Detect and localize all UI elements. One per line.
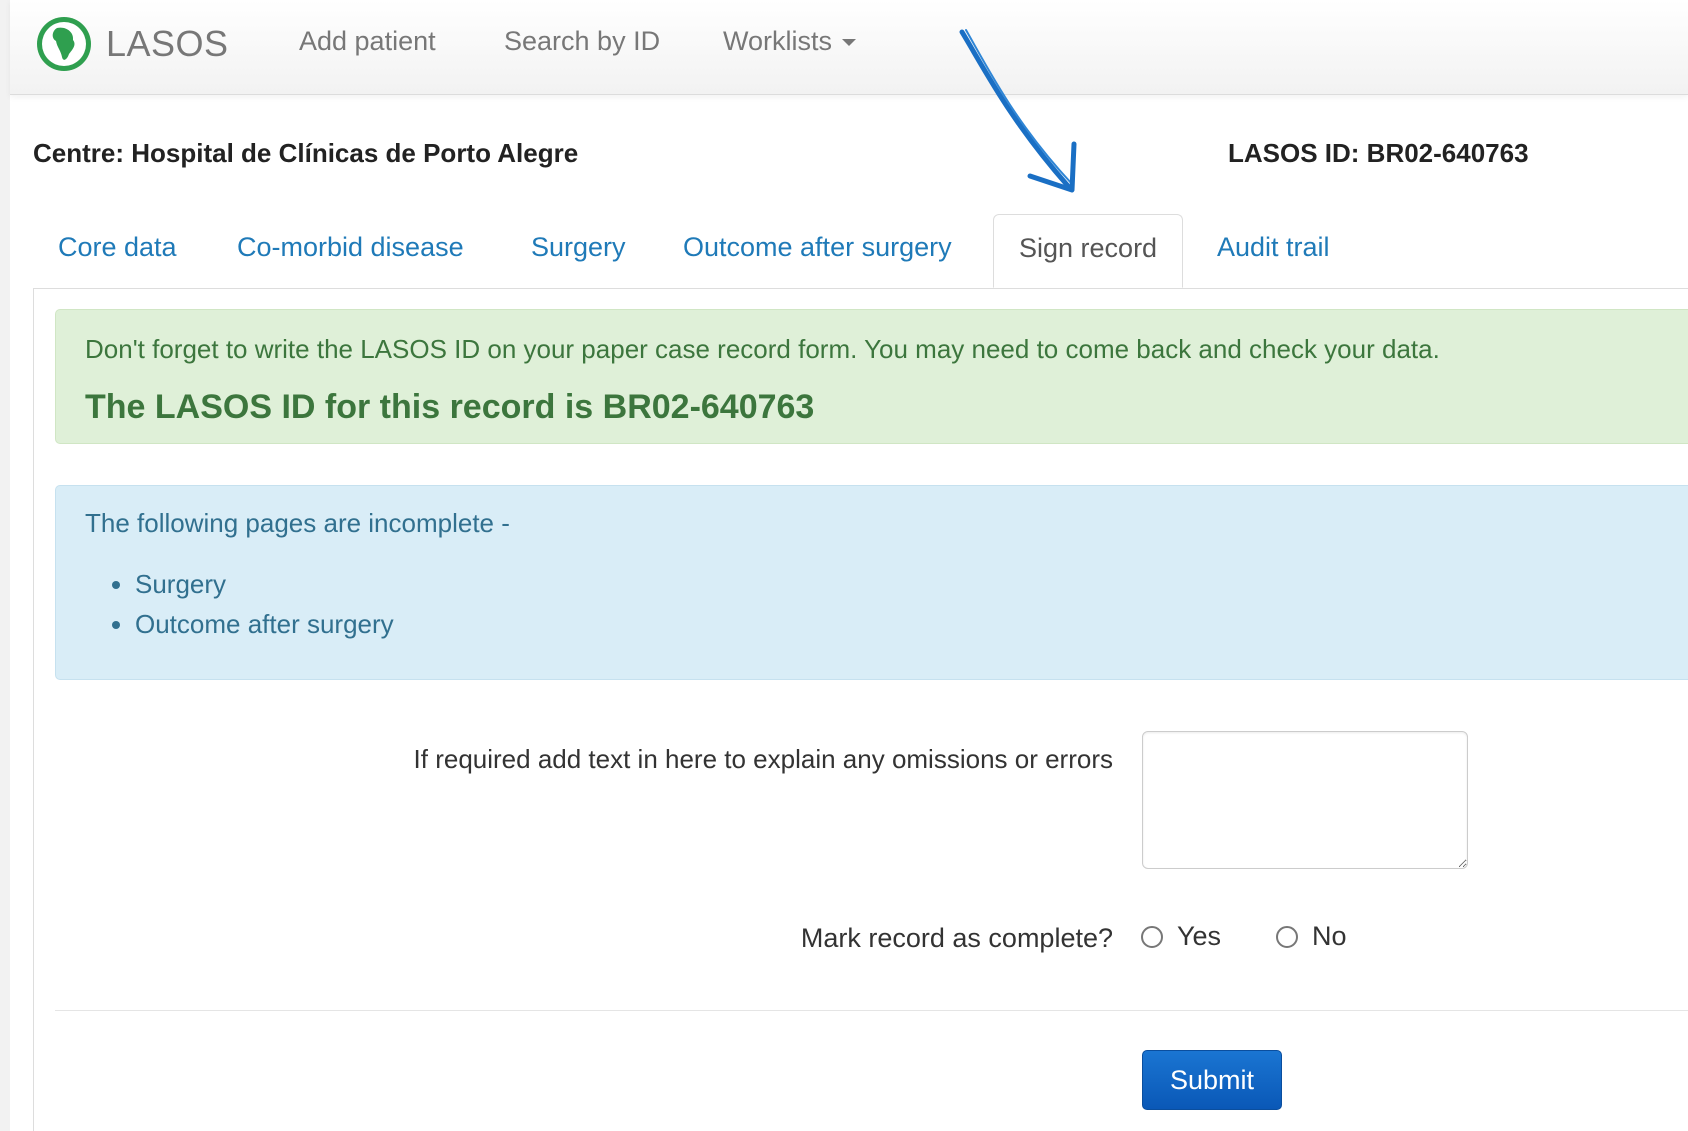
nav-add-patient[interactable]: Add patient xyxy=(299,22,436,60)
tab-outcome-after-surgery[interactable]: Outcome after surgery xyxy=(683,232,952,263)
radio-yes-circle[interactable] xyxy=(1141,925,1163,948)
incomplete-page-item: Outcome after surgery xyxy=(135,604,394,644)
mark-complete-label: Mark record as complete? xyxy=(800,923,1113,953)
radio-yes-label: Yes xyxy=(1177,921,1222,951)
success-alert: Don't forget to write the LASOS ID on yo… xyxy=(55,309,1688,444)
page-left-edge xyxy=(0,0,10,1131)
brand[interactable]: LASOS xyxy=(36,14,229,74)
form-divider xyxy=(55,1010,1688,1011)
brand-name: LASOS xyxy=(106,23,229,64)
centre-name: Centre: Hospital de Clínicas de Porto Al… xyxy=(33,138,579,168)
nav-worklists-dropdown[interactable]: Worklists xyxy=(723,22,857,60)
tab-sign-record[interactable]: Sign record xyxy=(993,214,1184,288)
tab-audit-trail[interactable]: Audit trail xyxy=(1217,232,1330,263)
caret-down-icon xyxy=(842,39,857,47)
success-message: Don't forget to write the LASOS ID on yo… xyxy=(85,334,1440,364)
submit-button[interactable]: Submit xyxy=(1142,1050,1282,1110)
omissions-textarea[interactable] xyxy=(1142,731,1468,869)
radio-no-label: No xyxy=(1312,921,1347,951)
lasos-id-header: LASOS ID: BR02-640763 xyxy=(1228,138,1529,168)
omissions-label: If required add text in here to explain … xyxy=(413,744,1113,774)
lasos-id-message: The LASOS ID for this record is BR02-640… xyxy=(85,388,815,426)
lasos-logo-icon xyxy=(37,17,91,71)
nav-worklists-label: Worklists xyxy=(723,26,833,56)
tab-co-morbid-disease[interactable]: Co-morbid disease xyxy=(237,232,464,263)
incomplete-pages-alert: The following pages are incomplete - Sur… xyxy=(55,485,1688,680)
record-tabs: Core data Co-morbid disease Surgery Outc… xyxy=(33,212,1688,289)
tab-content-border xyxy=(33,288,34,1131)
incomplete-page-item: Surgery xyxy=(135,564,394,604)
incomplete-pages-heading: The following pages are incomplete - xyxy=(85,508,510,538)
tab-surgery[interactable]: Surgery xyxy=(531,232,626,263)
radio-no-circle[interactable] xyxy=(1276,925,1298,948)
incomplete-pages-list: Surgery Outcome after surgery xyxy=(85,564,394,644)
tab-core-data[interactable]: Core data xyxy=(58,232,177,263)
radio-yes[interactable]: Yes xyxy=(1141,921,1221,952)
top-navbar: LASOS Add patient Search by ID Worklists xyxy=(10,0,1688,95)
radio-no[interactable]: No xyxy=(1276,921,1347,952)
nav-search-by-id[interactable]: Search by ID xyxy=(504,22,660,60)
